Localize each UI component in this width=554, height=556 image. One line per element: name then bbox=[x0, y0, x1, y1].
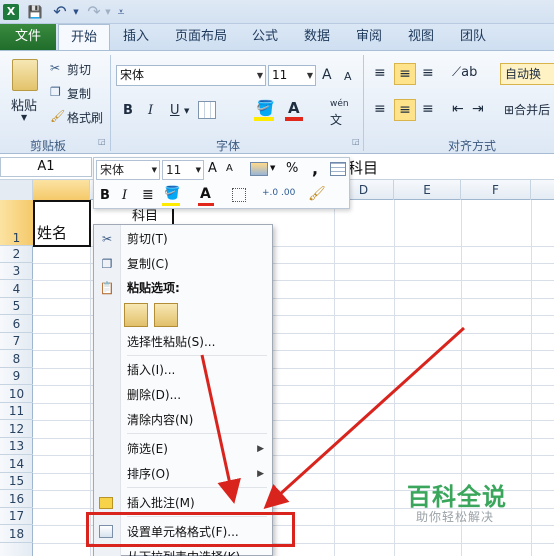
excel-window: X 💾 ↶ ▼ ↷ ▼ ⩡ 文件 开始 插入 页面布局 公式 数据 审阅 视图 … bbox=[0, 0, 554, 556]
annotation-arrows bbox=[200, 326, 466, 510]
annotation-arrow bbox=[200, 354, 241, 504]
watermark-brand: 百科全说 bbox=[407, 483, 507, 511]
watermark-slogan: 助你轻松解决 bbox=[416, 510, 495, 524]
